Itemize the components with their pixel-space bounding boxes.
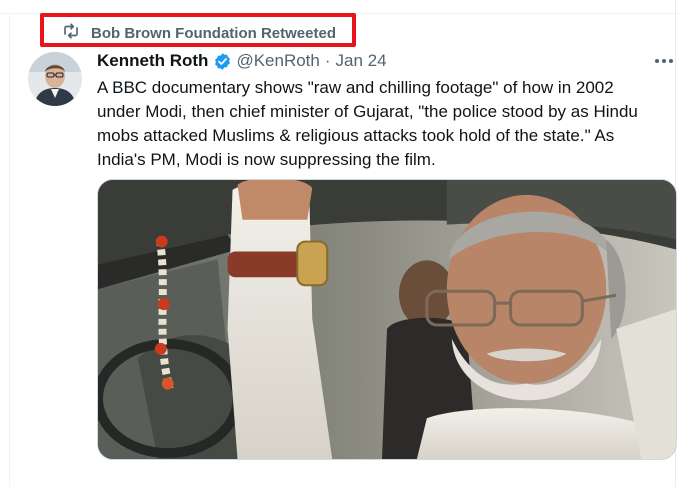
verified-badge-icon[interactable] (213, 52, 232, 71)
red-highlight-box (40, 13, 356, 47)
tweet-photo[interactable] (97, 179, 677, 460)
tweet-date[interactable]: Jan 24 (336, 51, 387, 71)
timeline-top-border (0, 0, 680, 14)
tweet-text-line: A BBC documentary shows "raw and chillin… (97, 78, 614, 97)
tweet-text-line: under Modi, then chief minister of Gujar… (97, 102, 638, 121)
tweet-text-line: India's PM, Modi is now suppressing the … (97, 150, 436, 169)
timeline-left-border (9, 14, 10, 487)
avatar[interactable] (28, 52, 82, 106)
tweet-text: A BBC documentary shows "raw and chillin… (97, 76, 680, 172)
author-name[interactable]: Kenneth Roth (97, 51, 208, 71)
header-separator: · (324, 51, 331, 70)
tweet-header: Kenneth Roth @KenRoth · Jan 24 (97, 50, 387, 72)
tweet-text-line: mobs attacked Muslims & religious attack… (97, 126, 615, 145)
more-options-icon[interactable] (652, 52, 676, 70)
author-handle[interactable]: @KenRoth (236, 51, 319, 71)
